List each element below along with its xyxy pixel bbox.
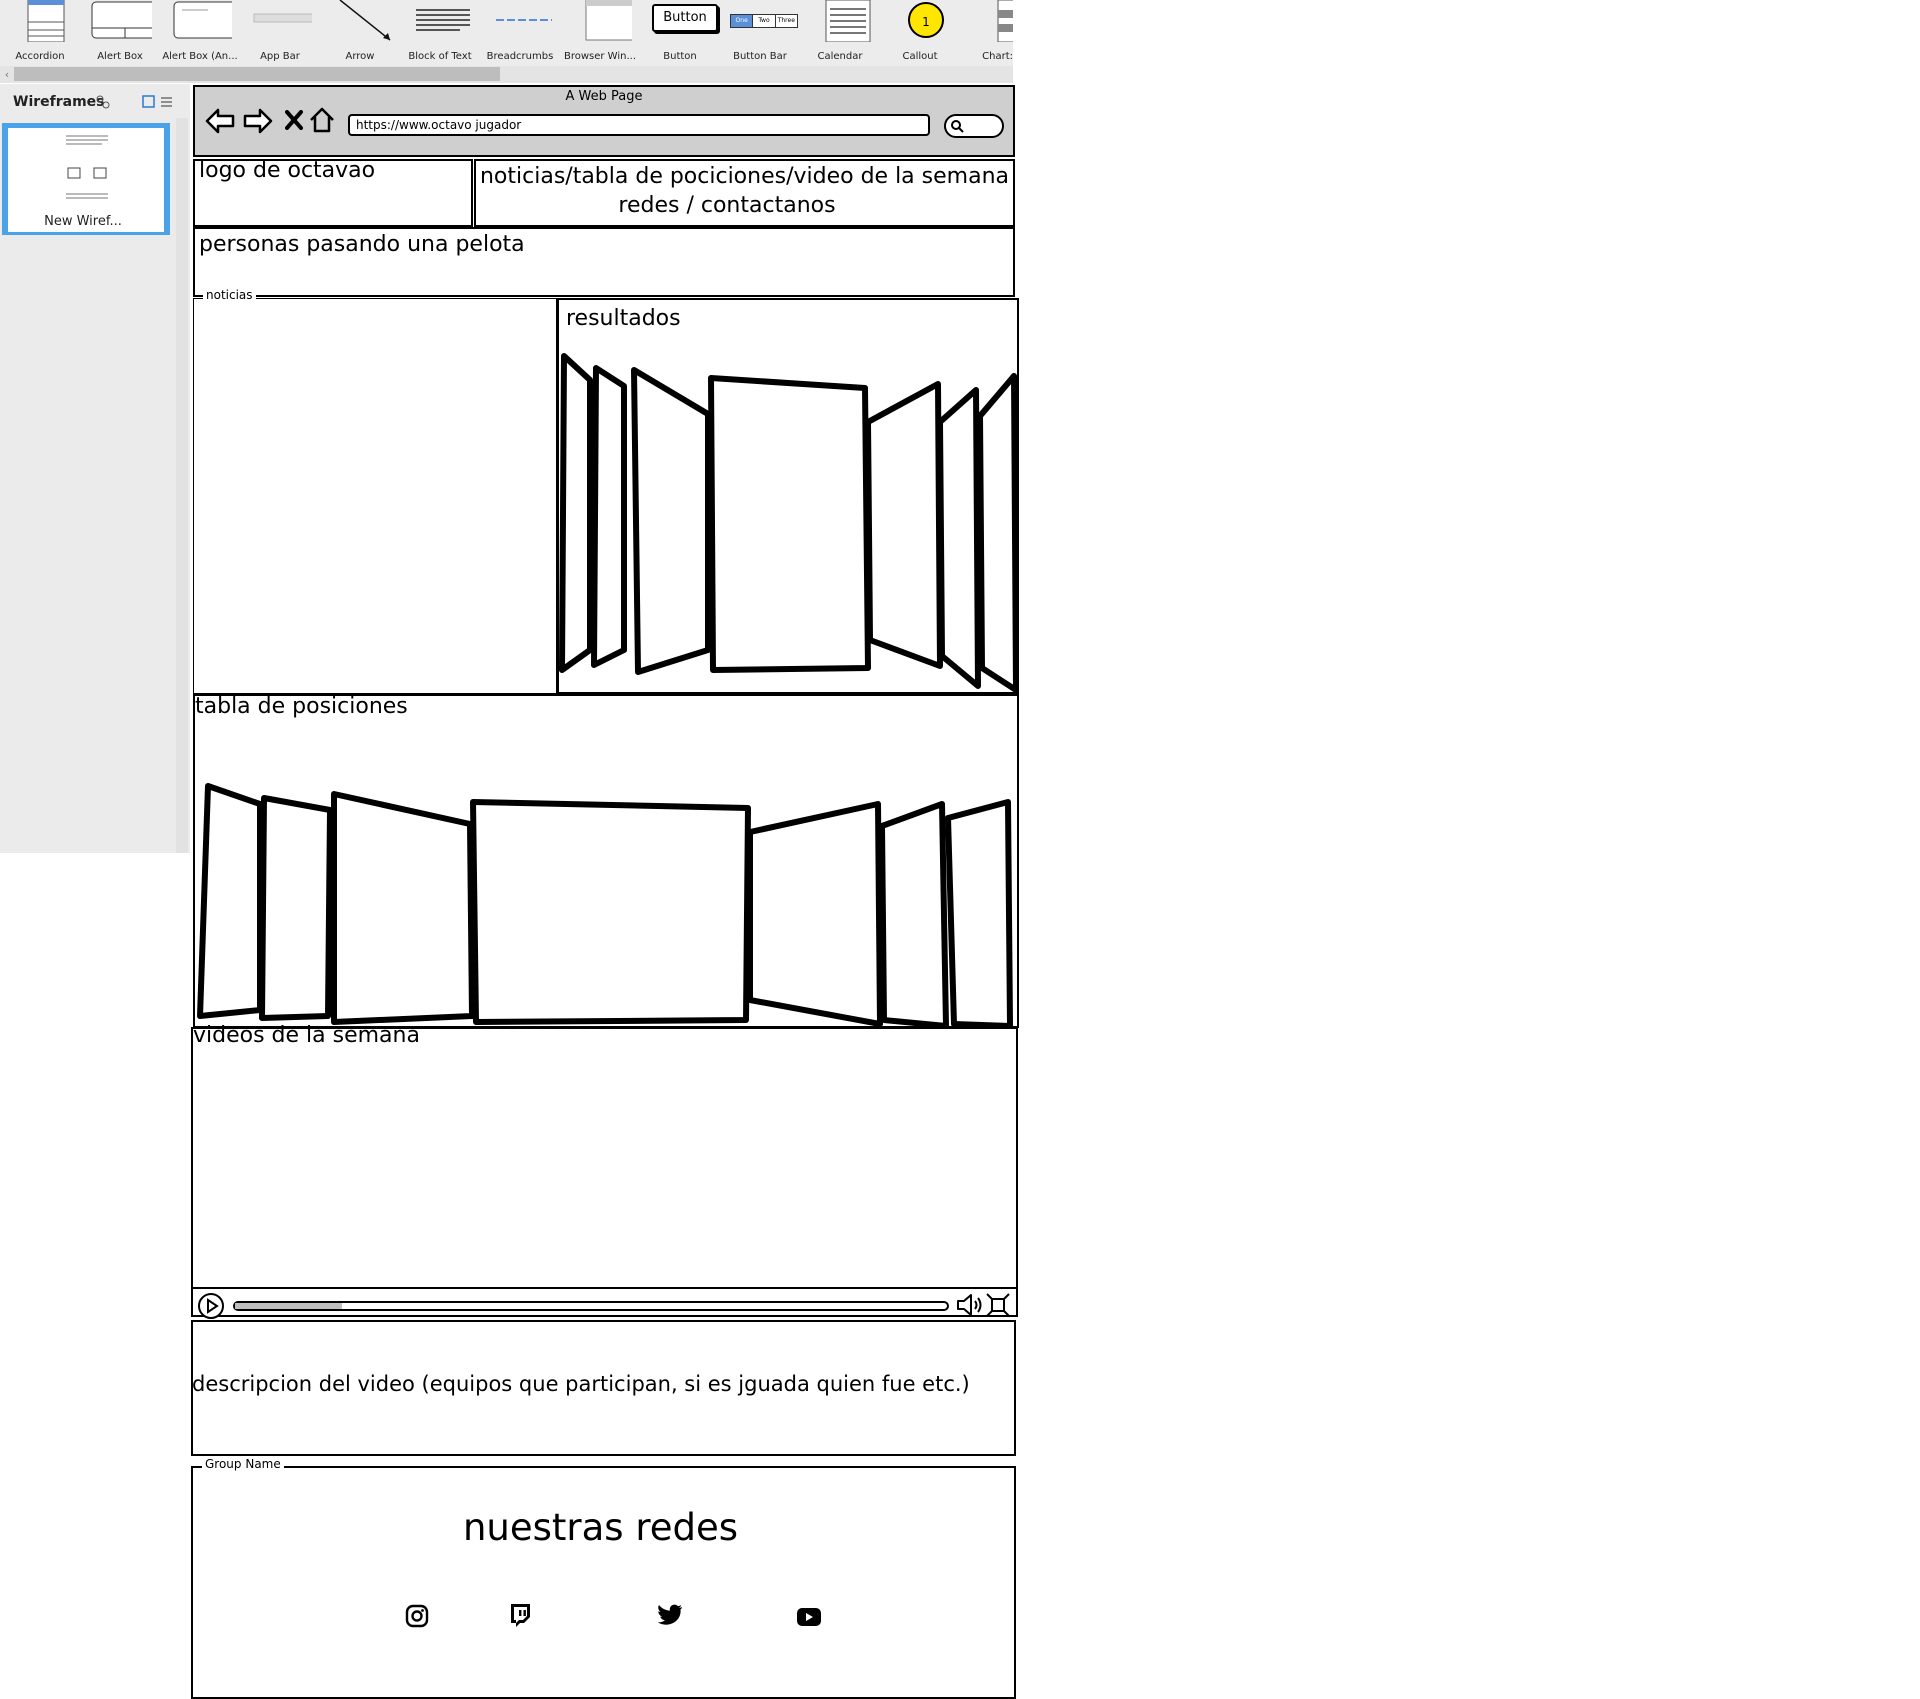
twitter-icon[interactable] xyxy=(657,1604,683,1626)
standings-title: tabla de posiciones xyxy=(195,694,408,719)
library-item-label: Browser Win... xyxy=(563,51,637,62)
video-progress-fill xyxy=(235,1303,342,1309)
results-carousel-card xyxy=(559,353,593,673)
standings-cover-flow xyxy=(197,783,1013,1026)
chart-thumbnail xyxy=(997,0,1013,42)
standings-carousel-card xyxy=(259,795,333,1021)
alert-box-thumbnail xyxy=(91,1,152,39)
library-item-label: Calendar xyxy=(817,51,863,62)
library-item-button[interactable]: Button Button xyxy=(640,0,720,64)
library-item-accordion[interactable]: Accordion xyxy=(0,0,80,64)
callout-thumbnail: 1 xyxy=(908,2,944,38)
video-player[interactable] xyxy=(191,1027,1018,1317)
library-item-label: Alert Box xyxy=(97,51,143,62)
standings-carousel-card xyxy=(470,799,751,1025)
calendar-thumbnail xyxy=(825,0,871,42)
library-item-callout[interactable]: 1 Callout xyxy=(880,0,960,64)
standings-carousel-card xyxy=(747,801,883,1026)
forward-arrow-icon[interactable] xyxy=(243,107,273,135)
logo-text: logo de octavao xyxy=(199,158,376,183)
results-carousel-card xyxy=(865,381,943,669)
library-item-label: Chart: xyxy=(982,51,1013,62)
app-bar-thumbnail xyxy=(253,13,312,23)
button-thumbnail: Button xyxy=(652,4,718,32)
grid-view-icon[interactable] xyxy=(142,95,155,108)
hero-text: personas pasando una pelota xyxy=(199,232,525,257)
social-title: nuestras redes xyxy=(462,1506,739,1549)
library-item-label: Breadcrumbs xyxy=(486,51,554,62)
youtube-icon[interactable] xyxy=(796,1607,822,1627)
library-item-label: App Bar xyxy=(260,51,300,62)
block-of-text-thumbnail xyxy=(416,9,470,31)
scroll-left-icon[interactable]: ‹ xyxy=(0,66,14,83)
button-bar-tab: Two xyxy=(752,15,774,27)
results-carousel-card xyxy=(708,375,871,673)
button-bar-tab: Three xyxy=(774,15,797,27)
social-group-label: Group Name xyxy=(202,1457,284,1471)
nav-text-line2: redes / contactanos xyxy=(618,193,836,218)
twitch-icon[interactable] xyxy=(508,1602,532,1628)
standings-carousel-card xyxy=(197,783,263,1019)
link-icon[interactable] xyxy=(95,94,111,110)
library-item-button-bar[interactable]: One Two Three Button Bar xyxy=(720,0,800,64)
instagram-icon[interactable] xyxy=(405,1604,429,1628)
news-group-label: noticias xyxy=(203,288,256,302)
breadcrumbs-thumbnail xyxy=(496,19,552,21)
library-item-alert-box-android[interactable]: Alert Box (An... xyxy=(160,0,240,64)
library-item-browser-window[interactable]: Browser Win... xyxy=(560,0,640,64)
fullscreen-icon[interactable] xyxy=(985,1292,1011,1318)
standings-carousel-card xyxy=(331,791,475,1025)
list-view-icon[interactable] xyxy=(160,95,173,108)
wireframe-thumbnail-label: New Wiref... xyxy=(44,214,122,229)
browser-window-thumbnail xyxy=(585,0,632,41)
library-item-label: Alert Box (An... xyxy=(162,51,238,62)
url-bar[interactable]: https://www.octavo jugador xyxy=(348,114,930,136)
library-scrollbar-thumb[interactable] xyxy=(14,67,500,81)
close-x-icon[interactable] xyxy=(285,110,303,130)
results-carousel-card xyxy=(937,387,981,689)
results-carousel-card xyxy=(631,367,711,675)
panel-scrollbar[interactable] xyxy=(176,118,188,853)
results-cover-flow xyxy=(559,353,1018,692)
volume-icon[interactable] xyxy=(955,1292,983,1318)
video-description-text: descripcion del video (equipos que parti… xyxy=(192,1372,970,1396)
library-item-calendar[interactable]: Calendar xyxy=(800,0,880,64)
standings-carousel-card xyxy=(945,799,1013,1026)
alert-box-android-thumbnail xyxy=(173,1,232,39)
library-item-label: Block of Text xyxy=(408,51,472,62)
play-icon[interactable] xyxy=(197,1292,225,1320)
results-carousel-card xyxy=(591,365,627,668)
library-item-app-bar[interactable]: App Bar xyxy=(240,0,320,64)
back-arrow-icon[interactable] xyxy=(205,107,235,135)
library-item-arrow[interactable]: Arrow xyxy=(320,0,400,64)
library-item-label: Button xyxy=(663,51,697,62)
video-progress-bar[interactable] xyxy=(233,1301,949,1311)
videos-title: videos de la semana xyxy=(193,1023,420,1048)
standings-carousel-card xyxy=(879,801,949,1026)
library-item-block-of-text[interactable]: Block of Text xyxy=(400,0,480,64)
home-icon[interactable] xyxy=(309,107,335,133)
results-title: resultados xyxy=(566,306,681,331)
library-item-alert-box[interactable]: Alert Box xyxy=(80,0,160,64)
wireframe-preview xyxy=(66,135,108,199)
wireframes-panel-title: Wireframes xyxy=(13,94,105,110)
button-bar-tab: One xyxy=(731,15,753,27)
browser-title: A Web Page xyxy=(565,89,643,104)
library-item-label: Arrow xyxy=(345,51,375,62)
news-group xyxy=(193,298,557,694)
search-icon[interactable] xyxy=(950,119,964,133)
arrow-thumbnail xyxy=(339,0,391,41)
social-group xyxy=(191,1466,1016,1699)
library-item-label: Accordion xyxy=(15,51,65,62)
button-bar-thumbnail: One Two Three xyxy=(730,14,798,28)
library-item-chart[interactable]: Chart: xyxy=(960,0,1013,64)
accordion-thumbnail xyxy=(27,0,65,42)
video-controls-divider xyxy=(191,1287,1018,1289)
results-carousel-card xyxy=(977,373,1018,692)
library-item-label: Button Bar xyxy=(733,51,787,62)
nav-text-line1: noticias/tabla de pociciones/video de la… xyxy=(479,164,1009,189)
library-item-label: Callout xyxy=(902,51,938,62)
library-item-breadcrumbs[interactable]: Breadcrumbs xyxy=(480,0,560,64)
